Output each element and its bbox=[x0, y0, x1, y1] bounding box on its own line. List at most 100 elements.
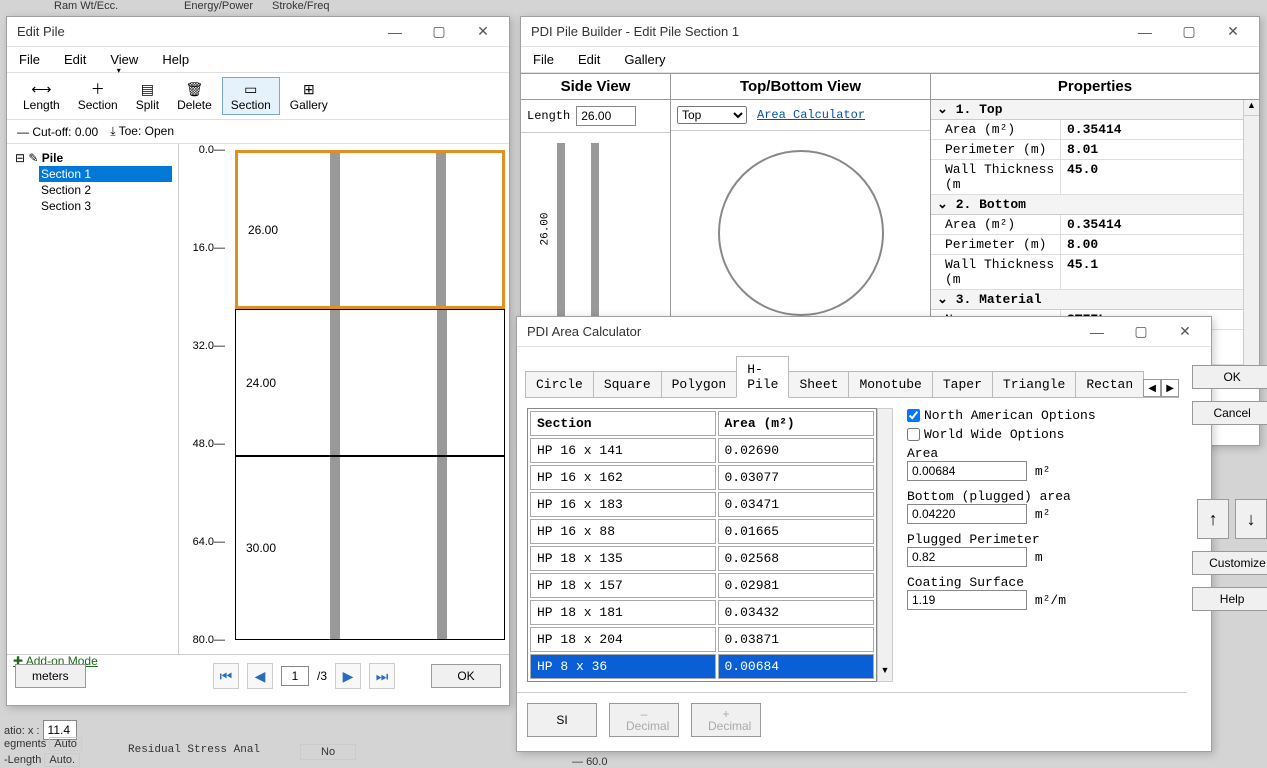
minimize-button[interactable]: — bbox=[1123, 18, 1167, 46]
tab-h-pile[interactable]: H-Pile bbox=[736, 356, 789, 398]
side-length-label: 26.00 bbox=[540, 212, 552, 245]
close-button[interactable]: ✕ bbox=[461, 18, 505, 46]
maximize-button[interactable]: ▢ bbox=[417, 18, 461, 46]
maximize-button[interactable]: ▢ bbox=[1167, 18, 1211, 46]
tab-scroll-right[interactable]: ▶ bbox=[1161, 379, 1179, 397]
menu-file[interactable]: File bbox=[15, 50, 44, 69]
scroll-up-icon[interactable]: ▲ bbox=[1244, 100, 1259, 116]
th-section: Section bbox=[530, 411, 716, 436]
bot-wall-value[interactable]: 45.1 bbox=[1061, 255, 1243, 289]
bot-area-value[interactable]: 0.35414 bbox=[1061, 215, 1243, 234]
tree-section-item[interactable]: Section 2 bbox=[39, 182, 172, 198]
table-scrollbar[interactable]: ▼ bbox=[877, 408, 893, 682]
titlebar[interactable]: PDI Pile Builder - Edit Pile Section 1 —… bbox=[521, 17, 1259, 47]
collapse-icon[interactable]: ⌄ bbox=[937, 197, 948, 212]
table-row[interactable]: HP 18 x 2040.03871 bbox=[530, 627, 874, 652]
table-row[interactable]: HP 16 x 1620.03077 bbox=[530, 465, 874, 490]
pile-canvas[interactable]: 0.0—16.0—32.0—48.0—64.0—80.0— 26.0024.00… bbox=[179, 144, 509, 654]
side-bar-left bbox=[557, 143, 565, 323]
area-input[interactable] bbox=[907, 461, 1027, 481]
tab-square[interactable]: Square bbox=[593, 371, 662, 397]
cs-input[interactable] bbox=[907, 590, 1027, 610]
table-row[interactable]: HP 16 x 1830.03471 bbox=[530, 492, 874, 517]
tree-section-item[interactable]: Section 1 bbox=[39, 166, 172, 182]
scrollbar[interactable]: ▲ bbox=[1243, 100, 1259, 365]
toolbar-length-button[interactable]: ⟷Length bbox=[15, 78, 68, 114]
table-row[interactable]: HP 18 x 1350.02568 bbox=[530, 546, 874, 571]
nav-next[interactable]: ▶ bbox=[335, 663, 361, 689]
toolbar-delete-button[interactable]: 🗑Delete bbox=[169, 78, 220, 114]
close-button[interactable]: ✕ bbox=[1211, 18, 1255, 46]
titlebar[interactable]: Edit Pile — ▢ ✕ bbox=[7, 17, 509, 47]
menu-help[interactable]: Help bbox=[158, 50, 193, 69]
toolbar: ⟷Length＋Section▾▤Split🗑Delete▭Section⊞Ga… bbox=[7, 73, 509, 120]
ok-button[interactable]: OK bbox=[1192, 365, 1267, 389]
tab-polygon[interactable]: Polygon bbox=[661, 371, 738, 397]
cancel-button[interactable]: Cancel bbox=[1192, 401, 1267, 425]
section-rect[interactable]: 24.00 bbox=[235, 309, 505, 456]
table-row[interactable]: HP 16 x 880.01665 bbox=[530, 519, 874, 544]
toolbar-gallery-button[interactable]: ⊞Gallery bbox=[282, 78, 336, 114]
bot-perimeter-value[interactable]: 8.00 bbox=[1061, 235, 1243, 254]
units-button[interactable]: meters bbox=[15, 664, 86, 688]
tab-monotube[interactable]: Monotube bbox=[848, 371, 932, 397]
menu-view[interactable]: View bbox=[106, 50, 142, 69]
top-area-value[interactable]: 0.35414 bbox=[1061, 120, 1243, 139]
toolbar-section-button[interactable]: ▭Section bbox=[222, 77, 280, 115]
titlebar[interactable]: PDI Area Calculator — ▢ ✕ bbox=[517, 317, 1211, 347]
view-select[interactable]: Top bbox=[677, 106, 747, 124]
tab-scroll-left[interactable]: ◀ bbox=[1143, 379, 1161, 397]
tab-rectan[interactable]: Rectan bbox=[1075, 371, 1144, 397]
nav-prev[interactable]: ◀ bbox=[247, 663, 273, 689]
maximize-button[interactable]: ▢ bbox=[1119, 318, 1163, 346]
decimal-minus-button[interactable]: – Decimal bbox=[609, 703, 679, 737]
tab-triangle[interactable]: Triangle bbox=[992, 371, 1076, 397]
top-perimeter-value[interactable]: 8.01 bbox=[1061, 140, 1243, 159]
si-button[interactable]: SI bbox=[527, 703, 597, 737]
close-button[interactable]: ✕ bbox=[1163, 318, 1207, 346]
tab-sheet[interactable]: Sheet bbox=[788, 371, 849, 397]
area-label: Area bbox=[907, 446, 1097, 461]
minimize-button[interactable]: — bbox=[373, 18, 417, 46]
tab-taper[interactable]: Taper bbox=[932, 371, 993, 397]
table-row[interactable]: HP 18 x 1570.02981 bbox=[530, 573, 874, 598]
pp-input[interactable] bbox=[907, 547, 1027, 567]
axis-tick: 0.0— bbox=[199, 144, 225, 156]
section-rect[interactable]: 30.00 bbox=[235, 456, 505, 640]
help-button[interactable]: Help bbox=[1192, 587, 1267, 611]
ok-button[interactable]: OK bbox=[431, 664, 501, 688]
menu-gallery[interactable]: Gallery bbox=[620, 50, 669, 69]
move-up-button[interactable]: ↑ bbox=[1197, 499, 1229, 539]
page-input[interactable] bbox=[281, 666, 309, 686]
topbottom-header: Top/Bottom View bbox=[671, 74, 930, 100]
th-area: Area (m²) bbox=[718, 411, 875, 436]
scroll-down-icon[interactable]: ▼ bbox=[878, 665, 892, 681]
nav-first[interactable]: ⏮ bbox=[213, 663, 239, 689]
menu-file[interactable]: File bbox=[529, 50, 558, 69]
menu-edit[interactable]: Edit bbox=[60, 50, 90, 69]
axis-tick: 16.0— bbox=[193, 242, 225, 254]
table-row[interactable]: HP 18 x 1810.03432 bbox=[530, 600, 874, 625]
table-row[interactable]: HP 8 x 360.00684 bbox=[530, 654, 874, 679]
toolbar-section-button[interactable]: ＋Section▾ bbox=[70, 78, 126, 114]
length-input[interactable] bbox=[576, 106, 636, 126]
section-rect[interactable]: 26.00 bbox=[235, 150, 505, 309]
toolbar-split-button[interactable]: ▤Split bbox=[128, 78, 167, 114]
table-row[interactable]: HP 16 x 1410.02690 bbox=[530, 438, 874, 463]
customize-button[interactable]: Customize bbox=[1192, 551, 1267, 575]
collapse-icon[interactable]: ⌄ bbox=[937, 292, 948, 307]
na-options-checkbox[interactable]: North American Options bbox=[907, 408, 1097, 423]
bpa-input[interactable] bbox=[907, 504, 1027, 524]
nav-last[interactable]: ⏭ bbox=[369, 663, 395, 689]
top-wall-value[interactable]: 45.0 bbox=[1061, 160, 1243, 194]
collapse-icon[interactable]: ⌄ bbox=[937, 102, 948, 117]
tab-circle[interactable]: Circle bbox=[525, 371, 594, 397]
menu-edit[interactable]: Edit bbox=[574, 50, 604, 69]
area-calculator-link[interactable]: Area Calculator bbox=[757, 108, 865, 122]
tree-root[interactable]: ⊟ ✎ Pile bbox=[13, 150, 172, 166]
decimal-plus-button[interactable]: + Decimal bbox=[691, 703, 761, 737]
tree-section-item[interactable]: Section 3 bbox=[39, 198, 172, 214]
ww-options-checkbox[interactable]: World Wide Options bbox=[907, 427, 1097, 442]
move-down-button[interactable]: ↓ bbox=[1235, 499, 1267, 539]
minimize-button[interactable]: — bbox=[1075, 318, 1119, 346]
